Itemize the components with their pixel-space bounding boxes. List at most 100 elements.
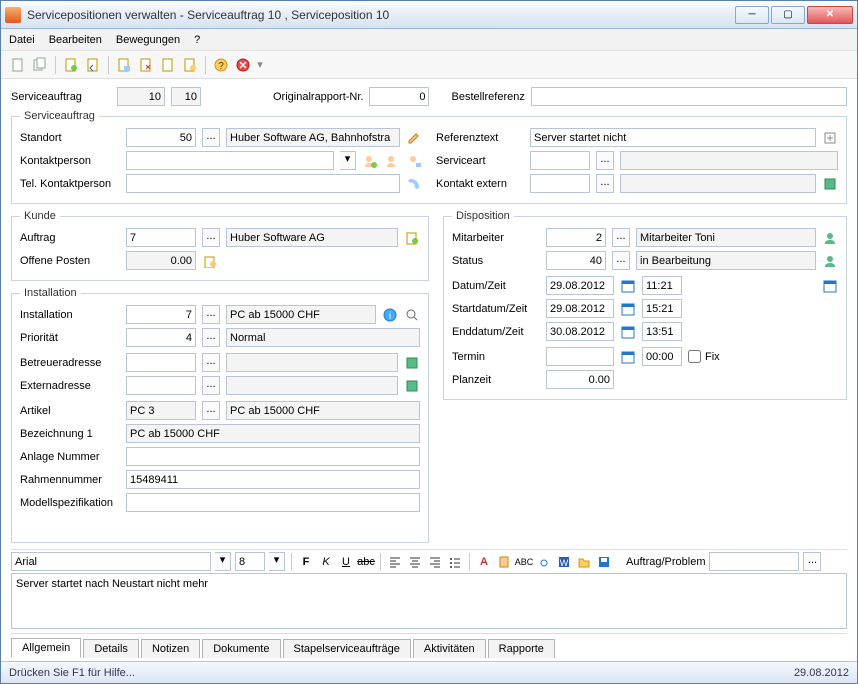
extern-field[interactable] [126,376,196,395]
minimize-button[interactable]: ─ [735,6,769,24]
font-dropdown[interactable]: ▾ [215,552,231,571]
maximize-button[interactable]: ▢ [771,6,805,24]
modell-field[interactable] [126,493,420,512]
open-icon[interactable] [576,554,592,570]
mitarbeiter-lookup[interactable]: ... [612,228,630,247]
rahmen-field[interactable] [126,470,420,489]
endzeit-field[interactable] [642,322,682,341]
calendar2-icon[interactable] [822,278,838,294]
startdatum-field[interactable] [546,299,614,318]
person-copy-icon[interactable] [384,153,400,169]
calendar3-icon[interactable] [620,301,636,317]
toolbar-dropdown-icon[interactable]: ▾ [256,58,264,71]
fontsize-dropdown[interactable]: ▾ [269,552,285,571]
spellcheck-icon[interactable]: ABC [516,554,532,570]
tool-doc5-icon[interactable] [159,56,177,74]
tab-aktivitaeten[interactable]: Aktivitäten [413,639,486,658]
search-icon[interactable] [404,307,420,323]
kontaktperson-field[interactable] [126,151,334,170]
menu-bearbeiten[interactable]: Bearbeiten [49,34,102,46]
align-center-icon[interactable] [407,554,423,570]
auftragproblem-field[interactable] [709,552,799,571]
tab-allgemein[interactable]: Allgemein [11,638,81,658]
auftrag-lookup[interactable]: ... [202,228,220,247]
status-lookup[interactable]: ... [612,251,630,270]
info-icon[interactable]: i [382,307,398,323]
anlage-field[interactable] [126,447,420,466]
auftragproblem-lookup[interactable]: ... [803,552,821,571]
strike-icon[interactable]: abc [358,554,374,570]
serviceauftrag-a-field[interactable] [117,87,165,106]
tool-help-icon[interactable]: ? [212,56,230,74]
betreuer-field[interactable] [126,353,196,372]
phone-icon[interactable] [406,176,422,192]
tool-new-icon[interactable] [9,56,27,74]
tel-field[interactable] [126,174,400,193]
betreuer-lookup[interactable]: ... [202,353,220,372]
artikel-lookup[interactable]: ... [202,401,220,420]
align-right-icon[interactable] [427,554,443,570]
artikel-field[interactable] [126,401,196,420]
money-icon[interactable] [202,253,218,269]
standort-lookup[interactable]: ... [202,128,220,147]
menu-bewegungen[interactable]: Bewegungen [116,34,180,46]
terminzeit-field[interactable] [642,347,682,366]
person-icon[interactable] [822,230,838,246]
tab-notizen[interactable]: Notizen [141,639,200,658]
close-button[interactable]: ✕ [807,6,853,24]
tab-details[interactable]: Details [83,639,139,658]
tool-doc1-icon[interactable] [62,56,80,74]
installation-field[interactable] [126,305,196,324]
prioritaet-field[interactable] [126,328,196,347]
expand-icon[interactable] [822,130,838,146]
tool-doc2-icon[interactable] [84,56,102,74]
align-left-icon[interactable] [387,554,403,570]
status-field[interactable] [546,251,606,270]
tab-dokumente[interactable]: Dokumente [202,639,280,658]
person-del-icon[interactable] [406,153,422,169]
calendar5-icon[interactable] [620,349,636,365]
extern-lookup[interactable]: ... [202,376,220,395]
kontaktextern-field[interactable] [530,174,590,193]
bold-icon[interactable]: F [298,554,314,570]
kontaktextern-lookup[interactable]: ... [596,174,614,193]
save-icon[interactable] [596,554,612,570]
book-icon[interactable] [822,176,838,192]
edit-icon[interactable] [406,130,422,146]
enddatum-field[interactable] [546,322,614,341]
goto-icon[interactable] [404,230,420,246]
fix-checkbox[interactable]: Fix [688,350,720,363]
tool-doc3-icon[interactable] [115,56,133,74]
bestellreferenz-field[interactable] [531,87,847,106]
book2-icon[interactable] [404,355,420,371]
serviceart-lookup[interactable]: ... [596,151,614,170]
planzeit-field[interactable] [546,370,614,389]
italic-icon[interactable]: K [318,554,334,570]
menu-datei[interactable]: Datei [9,34,35,46]
paste-icon[interactable] [496,554,512,570]
tool-copy-icon[interactable] [31,56,49,74]
startzeit-field[interactable] [642,299,682,318]
fontcolor-icon[interactable]: A [476,554,492,570]
rtf-body[interactable]: Server startet nach Neustart nicht mehr [11,573,847,629]
menu-help[interactable]: ? [194,34,200,46]
originalrapport-field[interactable] [369,87,429,106]
serviceart-field[interactable] [530,151,590,170]
serviceauftrag-b-field[interactable] [171,87,201,106]
person-add-icon[interactable] [362,153,378,169]
tool-doc6-icon[interactable] [181,56,199,74]
list-icon[interactable] [447,554,463,570]
zeit-field[interactable] [642,276,682,295]
fontsize-select[interactable] [235,552,265,571]
font-select[interactable] [11,552,211,571]
datum-field[interactable] [546,276,614,295]
tab-rapporte[interactable]: Rapporte [488,639,555,658]
underline-icon[interactable]: U [338,554,354,570]
tool-doc4-icon[interactable] [137,56,155,74]
link-icon[interactable] [536,554,552,570]
calendar-icon[interactable] [620,278,636,294]
book3-icon[interactable] [404,378,420,394]
mitarbeiter-field[interactable] [546,228,606,247]
tab-stapel[interactable]: Stapelserviceaufträge [283,639,411,658]
person2-icon[interactable] [822,253,838,269]
